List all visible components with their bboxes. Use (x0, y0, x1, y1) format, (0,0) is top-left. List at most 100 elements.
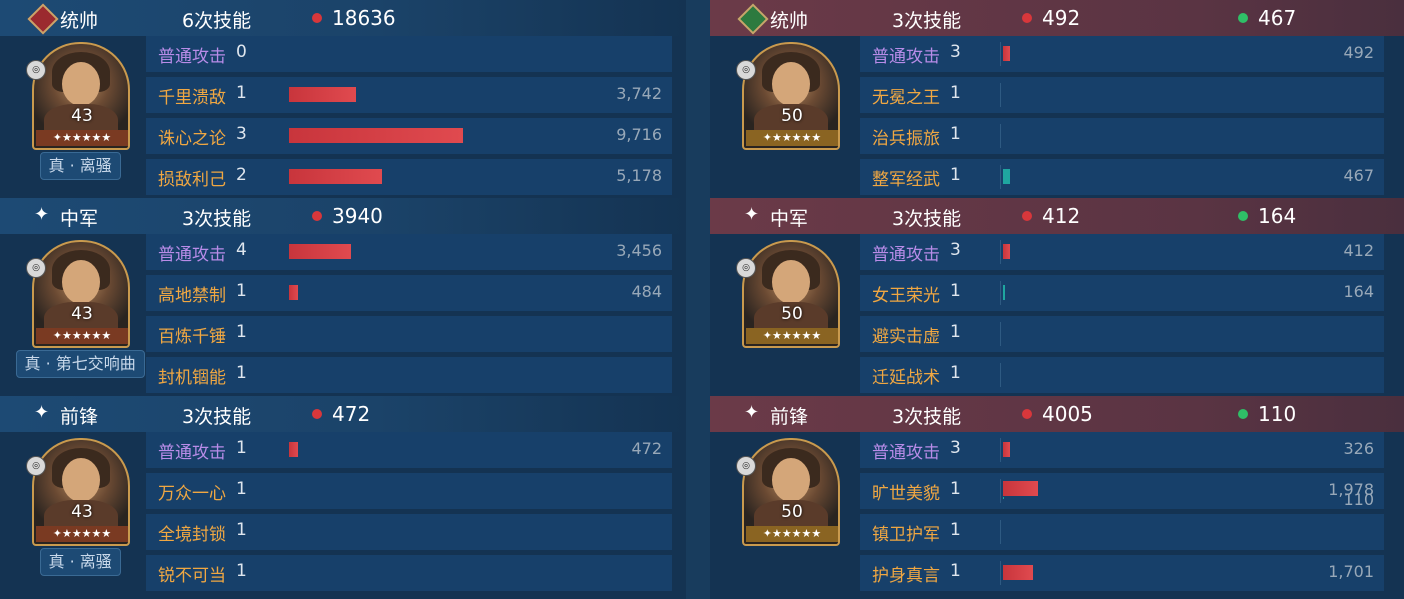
skill-row: 诛心之论 3 9,716 (146, 118, 672, 154)
unit-header: ✦ 前锋 3次技能 472 (0, 396, 686, 432)
skill-level: 1 (236, 322, 247, 342)
damage-value: 484 (631, 282, 662, 301)
hero-type-icon: ◎ (26, 258, 46, 278)
hero-unit: ✦ 前锋 3次技能 4005 110 50 ✦★★★★★ ◎ 普通攻击 3 326 旷世美貌 1 1,97… (710, 396, 1404, 594)
skill-level: 1 (950, 363, 961, 383)
skill-level: 1 (950, 479, 961, 499)
bar-axis (1000, 240, 1001, 264)
damage-bar (289, 285, 298, 300)
skill-name: 女王荣光 (872, 286, 940, 306)
total-damage: 412 (1022, 204, 1080, 228)
damage-dot-icon (312, 409, 322, 419)
role-label: 中军 (770, 208, 809, 230)
hero-level: 43 (71, 502, 93, 522)
heart-diamond-icon (737, 3, 769, 35)
skill-count: 6次技能 (182, 10, 252, 32)
bar-axis (1000, 363, 1001, 387)
heal-dot-icon (1238, 211, 1248, 221)
role-label: 统帅 (770, 10, 809, 32)
heal-bar (1003, 285, 1005, 300)
skill-name: 镇卫护军 (872, 525, 940, 545)
skill-count: 3次技能 (182, 208, 252, 230)
total-damage-value: 412 (1042, 204, 1081, 228)
damage-bar (1003, 46, 1010, 61)
skill-row: 全境封锁 1 (146, 514, 672, 550)
damage-bar (1003, 481, 1038, 496)
right-team-panel: 统帅 3次技能 492 467 50 ✦★★★★★ ◎ 普通攻击 3 492 无冕之王 1 治兵振旅 1 整… (710, 0, 1404, 599)
skill-level: 1 (236, 438, 247, 458)
skill-name: 高地禁制 (158, 286, 226, 306)
hero-type-icon: ◎ (736, 258, 756, 278)
bar-axis (1000, 165, 1001, 189)
left-team-panel: 统帅 6次技能 18636 43 ✦★★★★★ ◎ 真 · 离骚 普通攻击 0 千里溃敌 1 3,74… (0, 0, 686, 599)
skill-name: 护身真言 (872, 566, 940, 586)
skill-name: 千里溃敌 (158, 88, 226, 108)
hero-portrait[interactable]: 43 ✦★★★★★ ◎ (26, 240, 130, 348)
skill-row: 护身真言 1 1,701 (860, 555, 1384, 591)
skill-level: 1 (236, 479, 247, 499)
total-damage-value: 492 (1042, 6, 1081, 30)
hero-portrait[interactable]: 43 ✦★★★★★ ◎ (26, 42, 130, 150)
unit-header: ✦ 中军 3次技能 3940 (0, 198, 686, 234)
role-label: 统帅 (60, 10, 99, 32)
bar-axis (1000, 124, 1001, 148)
bar-axis (1000, 281, 1001, 305)
star-icon: ✦ (34, 204, 50, 225)
skill-row: 普通攻击 3 326 (860, 432, 1384, 468)
damage-dot-icon (312, 211, 322, 221)
skill-count: 3次技能 (892, 406, 962, 428)
skill-row: 迁延战术 1 (860, 357, 1384, 393)
hero-portrait[interactable]: 43 ✦★★★★★ ◎ (26, 438, 130, 546)
bar-axis (1000, 438, 1001, 462)
skill-name: 普通攻击 (872, 245, 940, 265)
skill-level: 3 (950, 240, 961, 260)
skill-row: 避实击虚 1 (860, 316, 1384, 352)
skill-row: 无冕之王 1 (860, 77, 1384, 113)
damage-bar (1003, 565, 1033, 580)
skill-name: 封机锢能 (158, 368, 226, 388)
hero-type-icon: ◎ (736, 456, 756, 476)
hero-unit: ✦ 前锋 3次技能 472 43 ✦★★★★★ ◎ 真 · 离骚 普通攻击 1 472 万众一心 1 全境… (0, 396, 686, 594)
unit-header: ✦ 中军 3次技能 412 164 (710, 198, 1404, 234)
portrait-face (62, 458, 100, 502)
damage-value: 9,716 (616, 125, 662, 144)
hero-level: 50 (781, 106, 803, 126)
skill-level: 3 (950, 42, 961, 62)
skill-row: 普通攻击 4 3,456 (146, 234, 672, 270)
damage-bar (289, 87, 356, 102)
skill-level: 1 (950, 520, 961, 540)
bar-axis (1000, 322, 1001, 346)
portrait-frame: 43 ✦★★★★★ (32, 240, 130, 348)
skill-level: 1 (236, 561, 247, 581)
skill-row: 镇卫护军 1 (860, 514, 1384, 550)
total-heal-value: 467 (1258, 6, 1297, 30)
panel-divider (686, 0, 710, 599)
portrait-frame: 50 ✦★★★★★ (742, 42, 840, 150)
skill-row: 普通攻击 3 492 (860, 36, 1384, 72)
skill-name: 损敌利己 (158, 170, 226, 190)
skill-level: 1 (950, 83, 961, 103)
hero-portrait[interactable]: 50 ✦★★★★★ ◎ (736, 240, 840, 348)
total-damage: 472 (312, 402, 370, 426)
skill-count: 3次技能 (892, 10, 962, 32)
heal-value: 110 (1343, 490, 1374, 509)
skill-row: 普通攻击 0 (146, 36, 672, 72)
skill-name: 整军经武 (872, 170, 940, 190)
damage-dot-icon (1022, 409, 1032, 419)
total-damage-value: 472 (332, 402, 371, 426)
hero-portrait[interactable]: 50 ✦★★★★★ ◎ (736, 42, 840, 150)
skill-row: 治兵振旅 1 (860, 118, 1384, 154)
portrait-frame: 50 ✦★★★★★ (742, 240, 840, 348)
damage-dot-icon (1022, 13, 1032, 23)
damage-bar (289, 128, 463, 143)
bar-axis (1000, 561, 1001, 585)
portrait-face (62, 260, 100, 304)
bar-axis (1000, 520, 1001, 544)
hero-level: 43 (71, 304, 93, 324)
total-damage: 492 (1022, 6, 1080, 30)
skill-level: 1 (236, 281, 247, 301)
damage-value: 412 (1343, 241, 1374, 260)
hero-portrait[interactable]: 50 ✦★★★★★ ◎ (736, 438, 840, 546)
hero-title-tag: 真 · 离骚 (39, 548, 121, 576)
portrait-face (772, 458, 810, 502)
